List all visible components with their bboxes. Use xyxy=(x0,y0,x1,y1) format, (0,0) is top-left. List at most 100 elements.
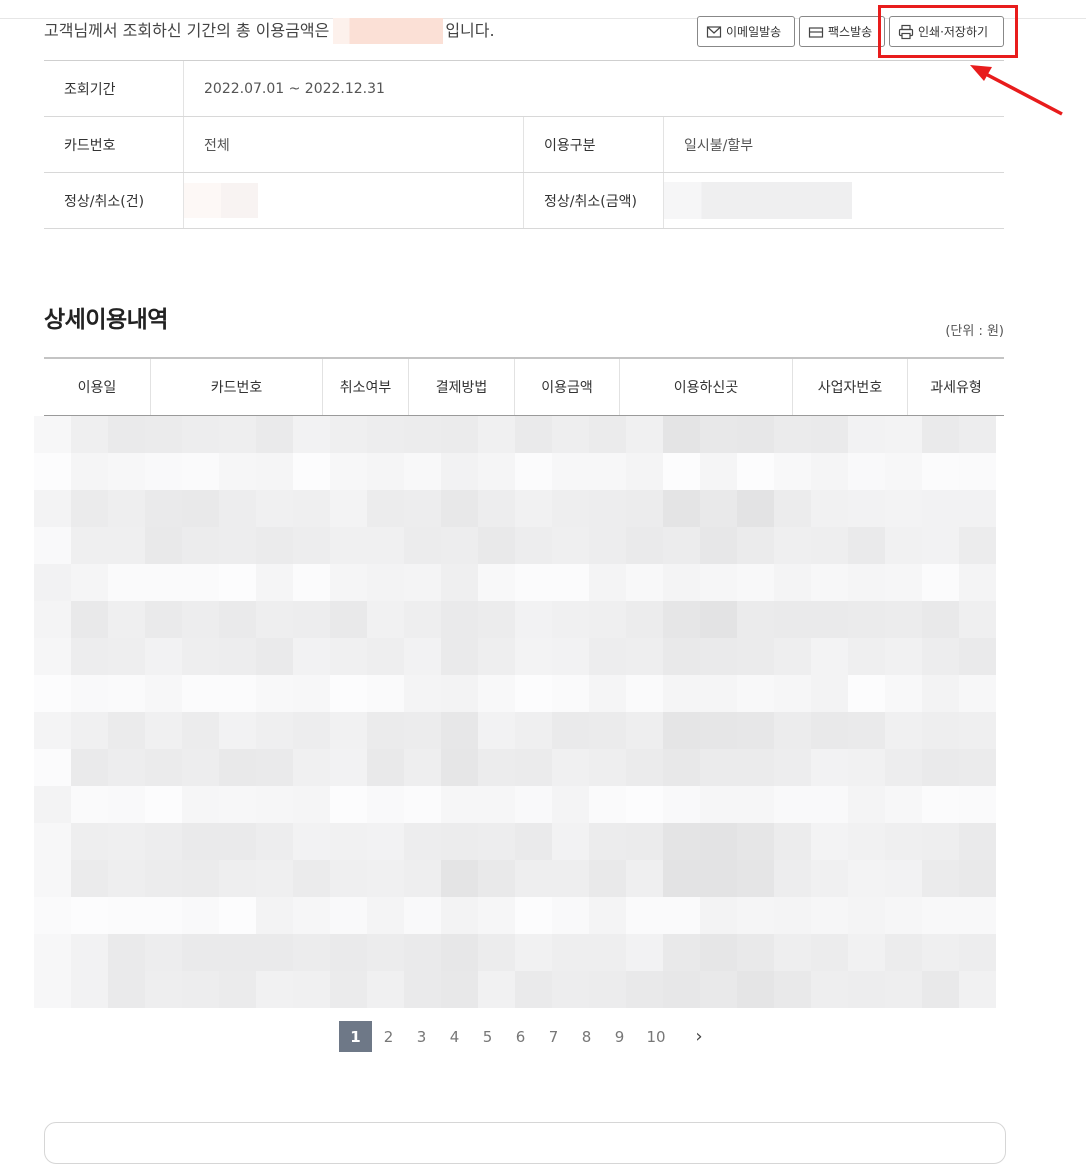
page-4[interactable]: 4 xyxy=(438,1021,471,1052)
page-8[interactable]: 8 xyxy=(570,1021,603,1052)
redaction-pixel xyxy=(626,453,663,490)
page-9[interactable]: 9 xyxy=(603,1021,636,1052)
redaction-pixel xyxy=(774,675,811,712)
redaction-pixel xyxy=(515,786,552,823)
page-7[interactable]: 7 xyxy=(537,1021,570,1052)
redaction-pixel xyxy=(367,416,404,453)
redaction-pixel xyxy=(774,564,811,601)
redaction-pixel xyxy=(885,490,922,527)
redaction-pixel xyxy=(885,712,922,749)
redaction-pixel xyxy=(552,971,589,1008)
redaction-pixel xyxy=(885,638,922,675)
redaction-pixel xyxy=(71,786,108,823)
redaction-pixel xyxy=(219,490,256,527)
redaction-pixel xyxy=(182,638,219,675)
page-5[interactable]: 5 xyxy=(471,1021,504,1052)
redaction-pixel xyxy=(441,897,478,934)
redaction-pixel xyxy=(478,971,515,1008)
redaction-pixel xyxy=(71,527,108,564)
redaction-pixel xyxy=(293,897,330,934)
redaction-pixel xyxy=(293,934,330,971)
redaction-pixel xyxy=(848,527,885,564)
page-3[interactable]: 3 xyxy=(405,1021,438,1052)
redaction-pixel xyxy=(441,564,478,601)
redaction-pixel xyxy=(811,416,848,453)
redaction-pixel xyxy=(589,712,626,749)
page-10[interactable]: 10 xyxy=(636,1021,676,1052)
redaction-pixel xyxy=(515,416,552,453)
redaction-pixel xyxy=(145,971,182,1008)
total-summary: 고객님께서 조회하신 기간의 총 이용금액은 입니다. xyxy=(44,18,495,44)
redaction-pixel xyxy=(663,749,700,786)
redaction-pixel xyxy=(959,527,996,564)
page-2[interactable]: 2 xyxy=(372,1021,405,1052)
redaction-pixel xyxy=(959,638,996,675)
redaction-pixel xyxy=(959,416,996,453)
redaction-pixel xyxy=(145,490,182,527)
redaction-pixel xyxy=(34,786,71,823)
redaction-pixel xyxy=(515,934,552,971)
redaction-pixel xyxy=(848,749,885,786)
redaction-pixel xyxy=(145,749,182,786)
redaction-pixel xyxy=(552,823,589,860)
redaction-pixel xyxy=(108,860,145,897)
redaction-pixel xyxy=(145,638,182,675)
redaction-pixel xyxy=(219,527,256,564)
redaction-pixel xyxy=(515,712,552,749)
redaction-pixel xyxy=(367,971,404,1008)
redaction-pixel xyxy=(922,675,959,712)
next-page-chevron-icon[interactable]: › xyxy=(676,1021,722,1052)
redaction-pixel xyxy=(219,712,256,749)
redaction-pixel xyxy=(256,897,293,934)
email-send-button[interactable]: 이메일발송 xyxy=(697,16,795,47)
detail-section-title: 상세이용내역 xyxy=(44,307,168,333)
redaction-pixel xyxy=(256,712,293,749)
redaction-pixel xyxy=(367,675,404,712)
redaction-pixel xyxy=(478,934,515,971)
redaction-pixel xyxy=(922,712,959,749)
redaction-pixel xyxy=(34,564,71,601)
redaction-pixel xyxy=(848,601,885,638)
redaction-pixel xyxy=(367,564,404,601)
redaction-pixel xyxy=(182,786,219,823)
redaction-pixel xyxy=(182,823,219,860)
redaction-pixel xyxy=(811,860,848,897)
redaction-pixel xyxy=(256,860,293,897)
page-1[interactable]: 1 xyxy=(339,1021,372,1052)
fax-send-button[interactable]: 팩스발송 xyxy=(799,16,885,47)
page-6[interactable]: 6 xyxy=(504,1021,537,1052)
redaction-pixel xyxy=(71,564,108,601)
redaction-pixel xyxy=(404,712,441,749)
pagination: 1 2 3 4 5 6 7 8 9 10 › xyxy=(339,1021,722,1052)
redaction-pixel xyxy=(922,527,959,564)
redaction-pixel xyxy=(108,490,145,527)
redaction-pixel xyxy=(626,860,663,897)
redaction-pixel xyxy=(256,786,293,823)
redaction-pixel xyxy=(441,860,478,897)
redaction-pixel xyxy=(478,823,515,860)
redaction-pixel xyxy=(293,712,330,749)
card-label: 카드번호 xyxy=(44,117,184,172)
redaction-pixel xyxy=(774,897,811,934)
redaction-pixel xyxy=(478,490,515,527)
redaction-pixel xyxy=(367,897,404,934)
redaction-pixel xyxy=(404,897,441,934)
redaction-pixel xyxy=(626,416,663,453)
redaction-pixel xyxy=(552,749,589,786)
redaction-pixel xyxy=(848,416,885,453)
redaction-pixel xyxy=(922,638,959,675)
redaction-pixel xyxy=(663,601,700,638)
redaction-pixel xyxy=(367,453,404,490)
redaction-pixel xyxy=(589,527,626,564)
redaction-pixel xyxy=(552,675,589,712)
redaction-pixel xyxy=(737,675,774,712)
redaction-pixel xyxy=(774,490,811,527)
redaction-pixel xyxy=(182,934,219,971)
redaction-pixel xyxy=(626,786,663,823)
redaction-pixel xyxy=(811,786,848,823)
redaction-pixel xyxy=(626,601,663,638)
redaction-pixel xyxy=(848,823,885,860)
redaction-pixel xyxy=(626,712,663,749)
redaction-pixel xyxy=(811,823,848,860)
redaction-pixel xyxy=(589,749,626,786)
